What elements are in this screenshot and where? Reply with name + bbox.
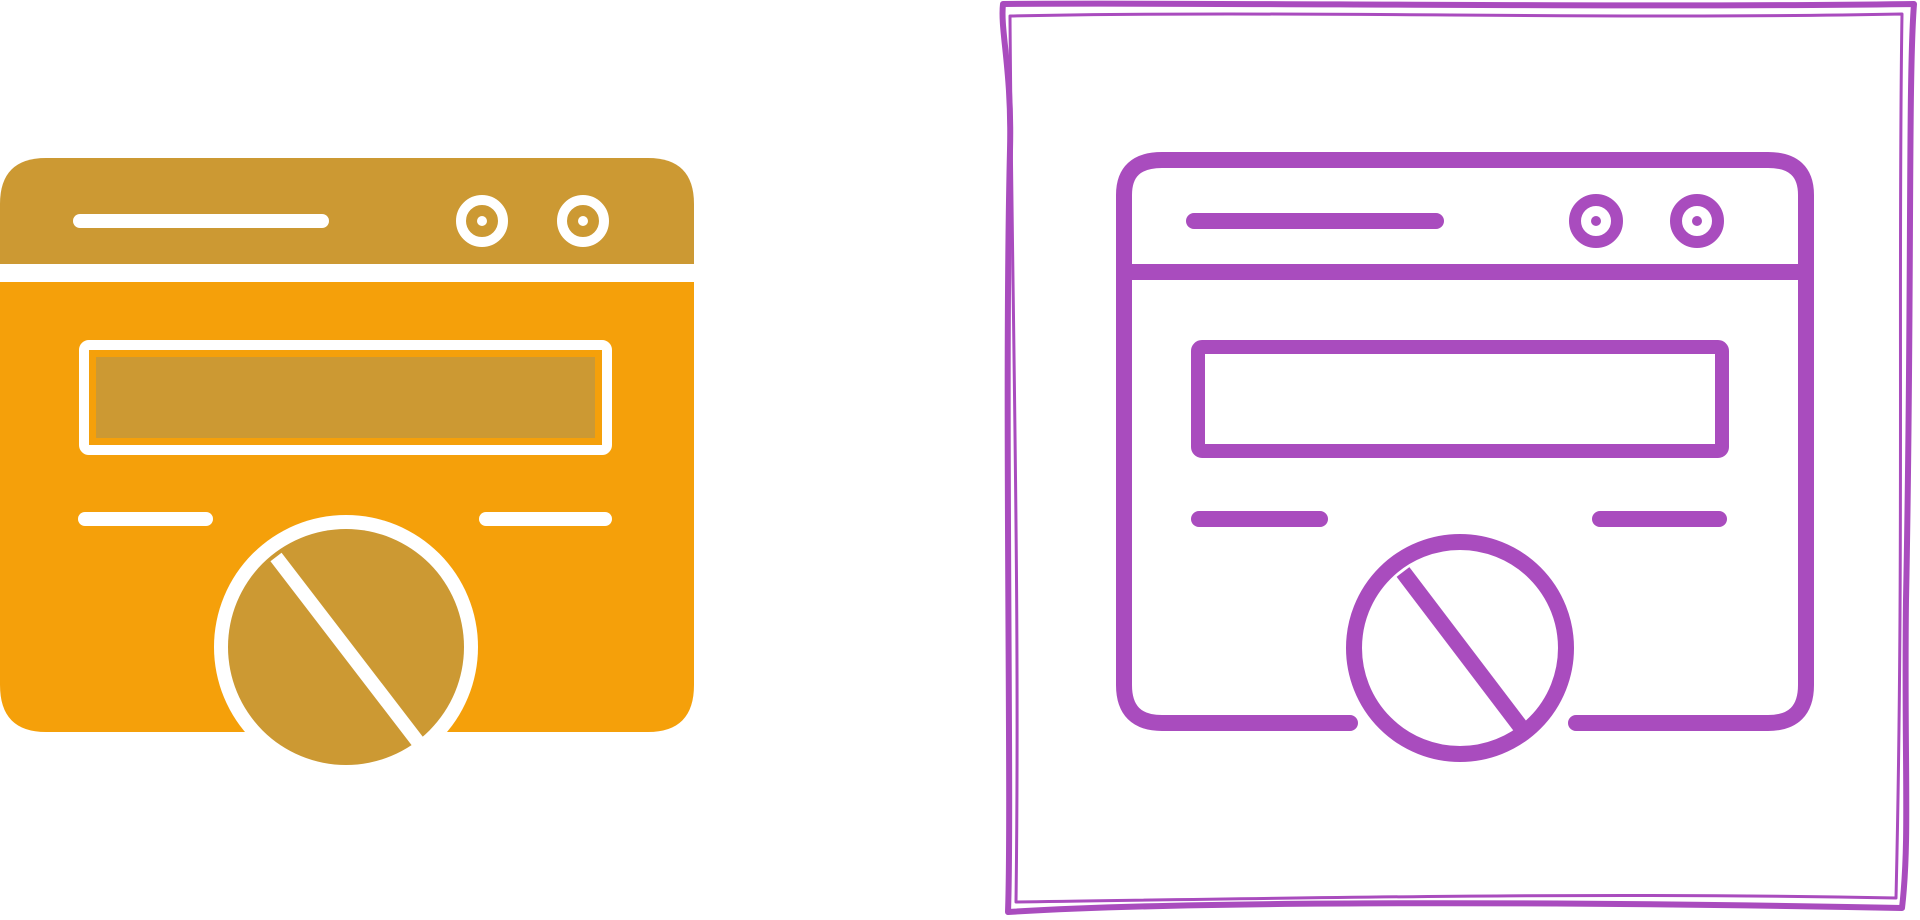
content-box-fill bbox=[96, 357, 595, 438]
window-dot-icon bbox=[578, 216, 588, 226]
window-dot-icon bbox=[477, 216, 487, 226]
window-header-bar bbox=[0, 158, 694, 264]
blocked-browser-glyph-icon bbox=[0, 140, 700, 780]
window-dot-icon bbox=[1692, 216, 1702, 226]
blocked-browser-glyph-svg bbox=[0, 158, 694, 779]
window-dot-icon bbox=[1591, 216, 1601, 226]
blocked-browser-line-svg bbox=[999, 0, 1917, 915]
block-slash bbox=[1396, 567, 1527, 731]
blocked-browser-line-icon bbox=[996, 0, 1920, 920]
content-box-outline bbox=[1191, 340, 1729, 458]
icon-canvas bbox=[0, 0, 1920, 920]
